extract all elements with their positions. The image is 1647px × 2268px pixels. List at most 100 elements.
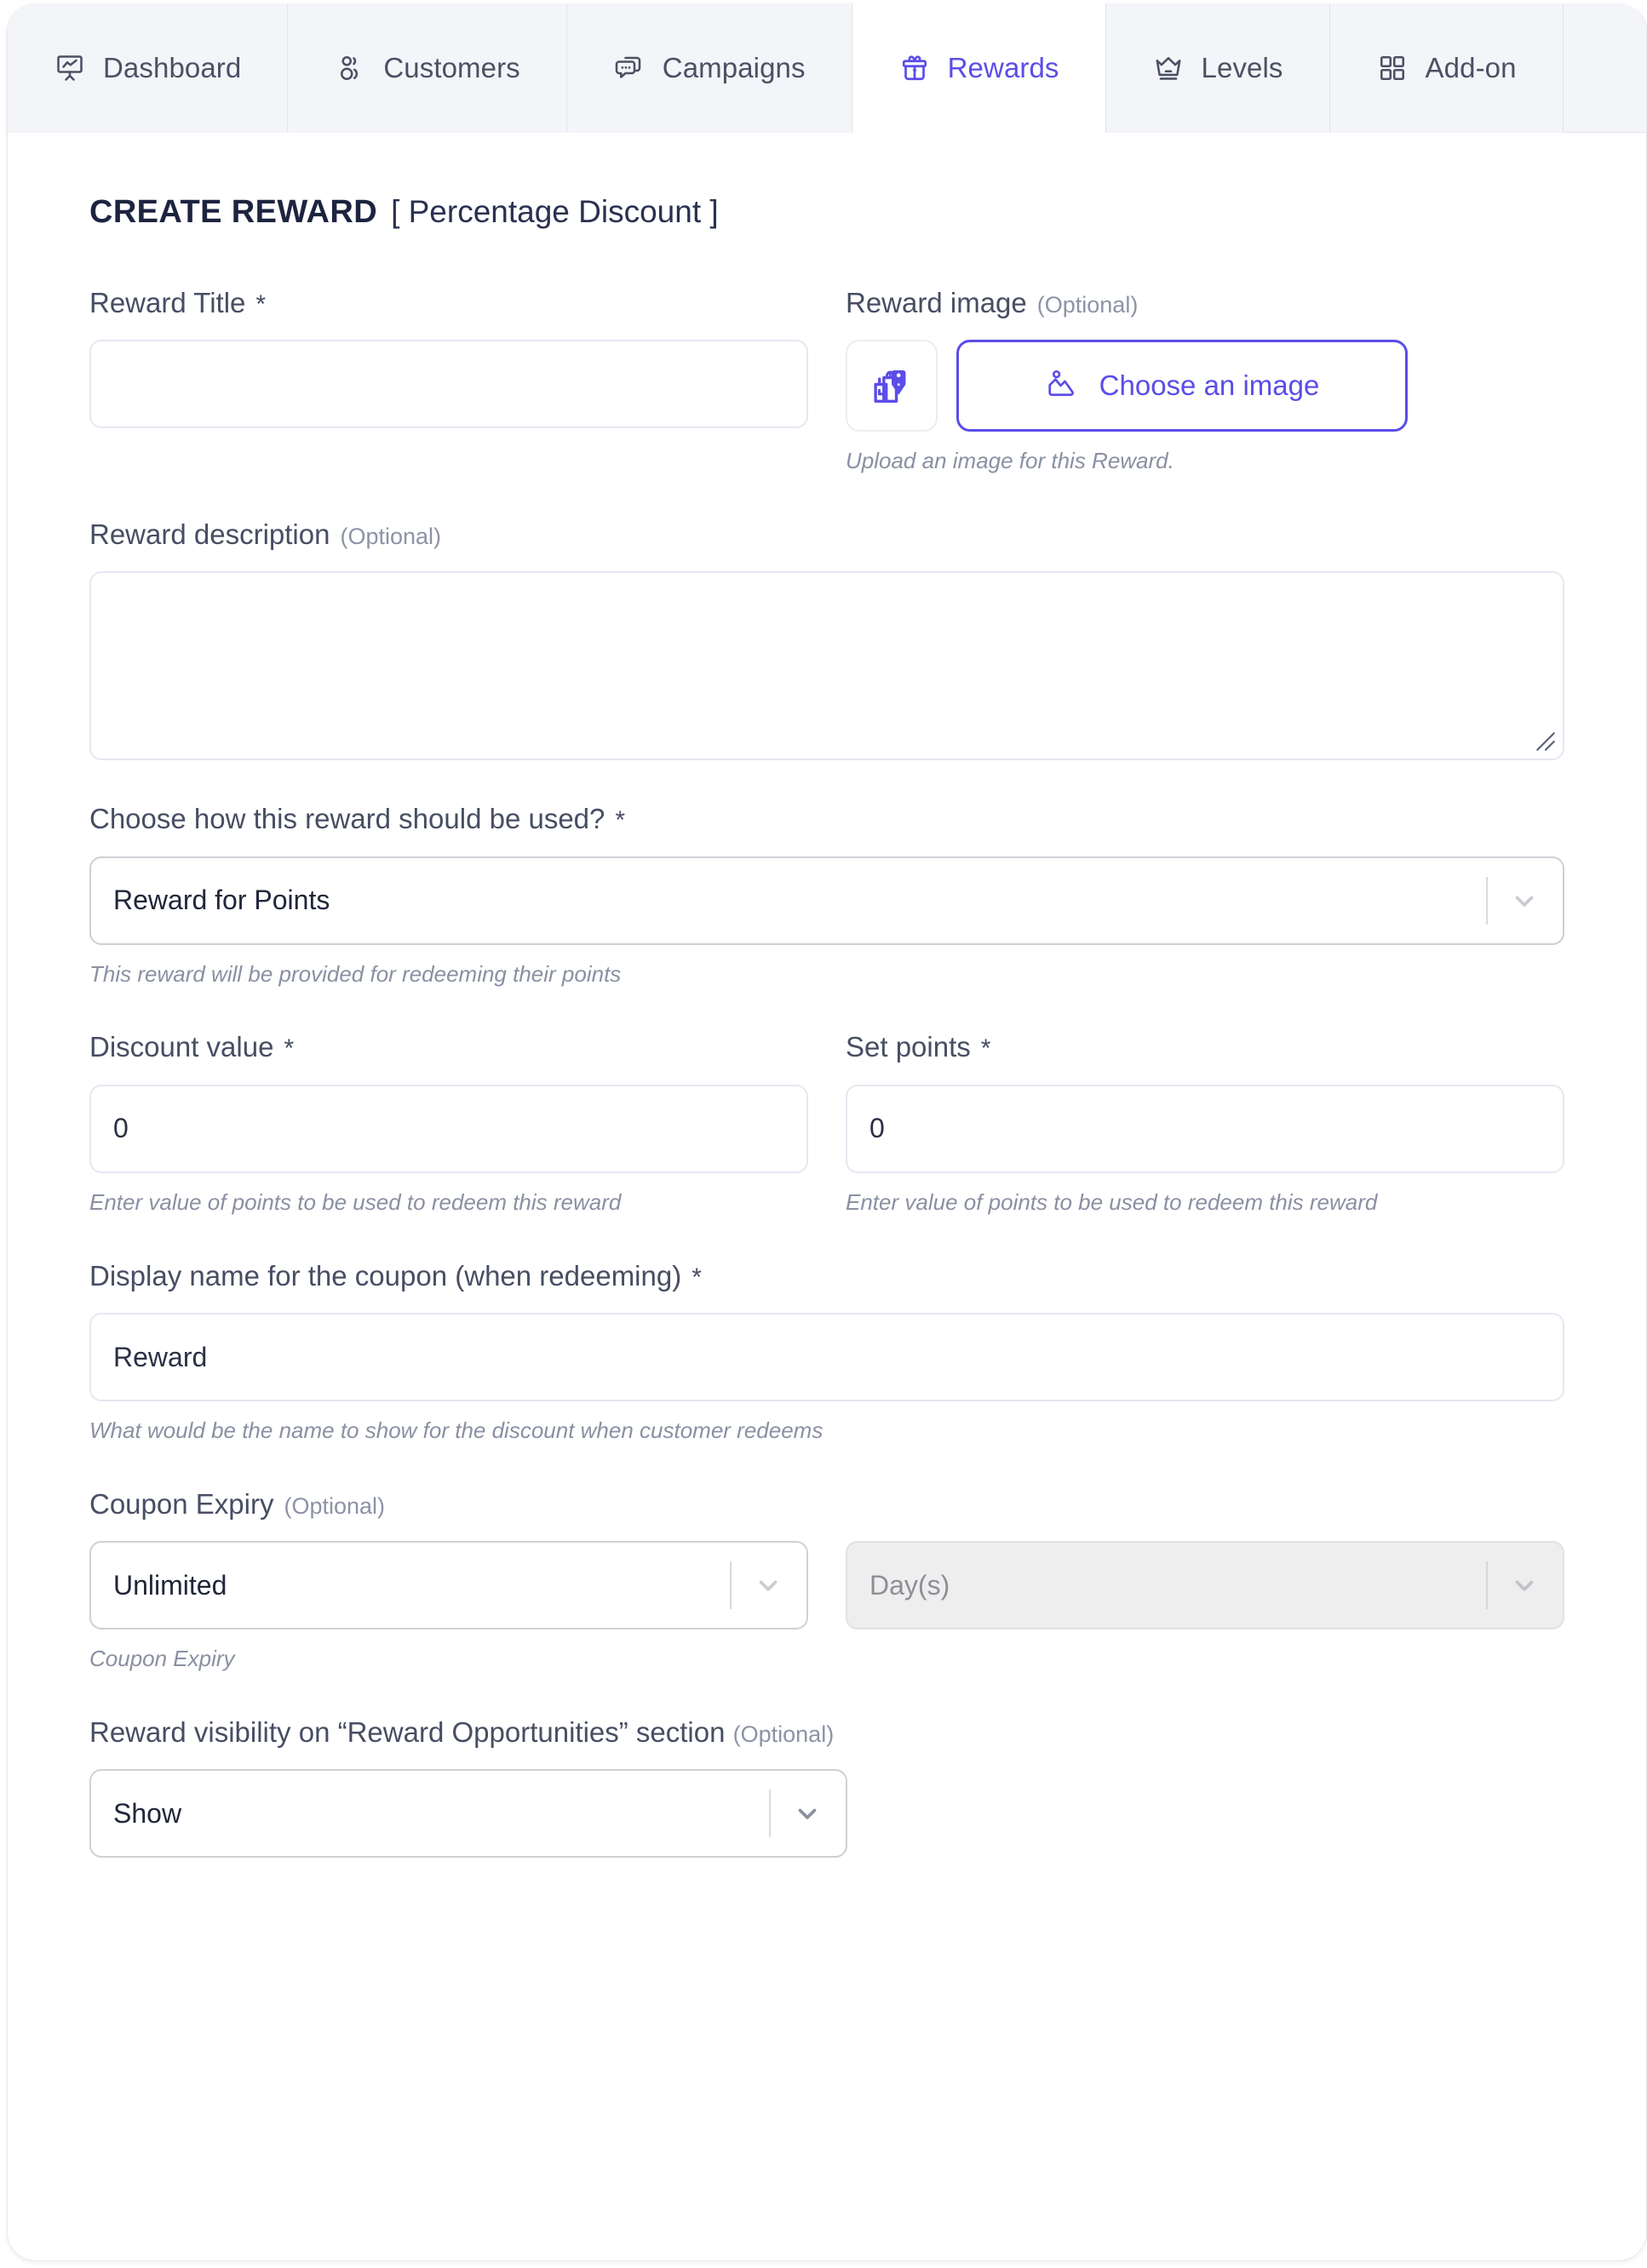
reward-visibility-select[interactable]: Show [89,1769,847,1858]
presentation-chart-icon [54,52,86,84]
reward-description-textarea-wrap [89,571,1564,761]
label-text: Reward image [846,287,1027,318]
choose-image-button[interactable]: Choose an image [956,340,1408,432]
discount-value-label: Discount value * [89,1029,808,1065]
label-text: Reward visibility on “Reward Opportuniti… [89,1715,726,1748]
label-text: Set points [846,1031,971,1063]
tab-levels[interactable]: Levels [1105,3,1330,133]
reward-title-input[interactable] [89,340,808,429]
chevron-down-icon [1506,883,1542,919]
select-separator [1486,1561,1488,1610]
create-reward-form: CREATE REWARD [ Percentage Discount ] Re… [8,133,1646,1950]
optional-marker: (Optional) [732,1721,835,1747]
coupon-expiry-controls: Unlimited Day(s) [89,1541,1564,1630]
optional-marker: (Optional) [340,524,442,550]
resize-handle-icon[interactable] [1535,730,1557,753]
page-title: CREATE REWARD [ Percentage Discount ] [89,194,1564,231]
app-root: Dashboard Customers Campaigns Rewards Le… [0,0,1647,2268]
gift-icon [898,52,931,84]
reward-description-textarea[interactable] [91,573,1563,759]
shopping-bags-tag-icon [867,359,916,413]
set-points-group: Set points * Enter value of points to be… [846,1029,1564,1217]
tab-label: Dashboard [103,52,242,83]
choose-image-label: Choose an image [1099,369,1320,402]
tab-label: Levels [1201,52,1283,83]
coupon-display-name-group: Display name for the coupon (when redeem… [89,1258,1564,1446]
tab-addon[interactable]: Add-on [1329,3,1564,133]
reward-usage-selected-value: Reward for Points [113,885,330,916]
reward-usage-select[interactable]: Reward for Points [89,856,1564,945]
label-text: Coupon Expiry [89,1487,274,1520]
chevron-down-icon [789,1796,825,1831]
reward-title-label: Reward Title * [89,285,808,321]
reward-description-group: Reward description (Optional) [89,517,1564,761]
tab-rewards[interactable]: Rewards [852,3,1106,133]
optional-marker: (Optional) [1036,292,1139,318]
label-text: Reward description [89,518,330,551]
tab-label: Rewards [947,52,1059,83]
set-points-input[interactable] [846,1084,1564,1173]
select-separator [1486,876,1488,925]
discount-value-input[interactable] [89,1084,808,1173]
reward-usage-label: Choose how this reward should be used? * [89,801,1564,837]
page-card: Dashboard Customers Campaigns Rewards Le… [7,3,1647,2261]
reward-visibility-selected-value: Show [113,1797,182,1829]
reward-visibility-group: Reward visibility on “Reward Opportuniti… [89,1715,1564,1858]
coupon-expiry-select[interactable]: Unlimited [89,1541,808,1630]
coupon-expiry-unit-col: Day(s) [846,1541,1564,1630]
select-separator [769,1790,771,1838]
label-text: Discount value [89,1031,274,1063]
discount-value-helper: Enter value of points to be used to rede… [89,1188,622,1215]
reward-title-group: Reward Title * [89,285,808,476]
coupon-expiry-unit-value: Day(s) [869,1569,950,1601]
reward-usage-helper: This reward will be provided for redeemi… [89,960,622,987]
optional-marker: (Optional) [284,1492,385,1519]
chat-bubbles-icon [613,52,646,84]
select-separator [730,1561,732,1610]
required-marker: * [284,1034,295,1063]
tab-campaigns[interactable]: Campaigns [566,3,852,133]
reward-visibility-label: Reward visibility on “Reward Opportuniti… [89,1715,839,1750]
required-marker: * [692,1263,702,1292]
tab-label: Add-on [1425,52,1517,83]
reward-image-group: Reward image (Optional) Choose an image … [846,285,1564,476]
image-upload-icon [1045,366,1077,405]
required-marker: * [980,1034,991,1063]
crown-icon [1152,52,1185,84]
reward-image-thumbnail [846,340,938,432]
reward-image-helper: Upload an image for this Reward. [846,448,1174,474]
tab-label: Campaigns [662,52,806,83]
tab-customers[interactable]: Customers [288,3,567,133]
coupon-display-name-helper: What would be the name to show for the d… [89,1418,824,1444]
value-points-row: Discount value * Enter value of points t… [89,1029,1564,1217]
main-tab-bar: Dashboard Customers Campaigns Rewards Le… [8,3,1646,133]
discount-value-group: Discount value * Enter value of points t… [89,1029,808,1217]
chevron-down-icon [1506,1567,1542,1603]
coupon-display-name-label: Display name for the coupon (when redeem… [89,1258,1564,1294]
set-points-label: Set points * [846,1029,1564,1065]
label-text: Choose how this reward should be used? [89,803,605,835]
page-title-subtitle: [ Percentage Discount ] [391,194,719,229]
coupon-expiry-selected-value: Unlimited [113,1569,227,1601]
coupon-expiry-unit-select[interactable]: Day(s) [846,1541,1564,1630]
required-marker: * [615,806,626,835]
coupon-expiry-type-col: Unlimited [89,1541,808,1630]
reward-visibility-select-wrap: Show [89,1769,847,1858]
label-text: Display name for the coupon (when redeem… [89,1259,682,1292]
coupon-expiry-group: Coupon Expiry (Optional) Unlimited Day(s… [89,1486,1564,1674]
reward-image-label: Reward image (Optional) [846,285,1564,321]
grid-squares-icon [1376,52,1409,84]
set-points-helper: Enter value of points to be used to rede… [846,1188,1378,1215]
tab-dashboard[interactable]: Dashboard [8,3,289,133]
chevron-down-icon [750,1567,786,1603]
tab-label: Customers [383,52,520,83]
reward-image-controls: Choose an image [846,340,1564,432]
coupon-expiry-helper: Coupon Expiry [89,1646,235,1672]
users-icon [334,52,366,84]
title-and-image-row: Reward Title * Reward image (Optional) C… [89,285,1564,476]
coupon-display-name-input[interactable] [89,1313,1564,1402]
required-marker: * [255,290,267,318]
reward-description-label: Reward description (Optional) [89,517,1564,553]
label-text: Reward Title [89,287,246,318]
page-title-main: CREATE REWARD [89,194,378,230]
